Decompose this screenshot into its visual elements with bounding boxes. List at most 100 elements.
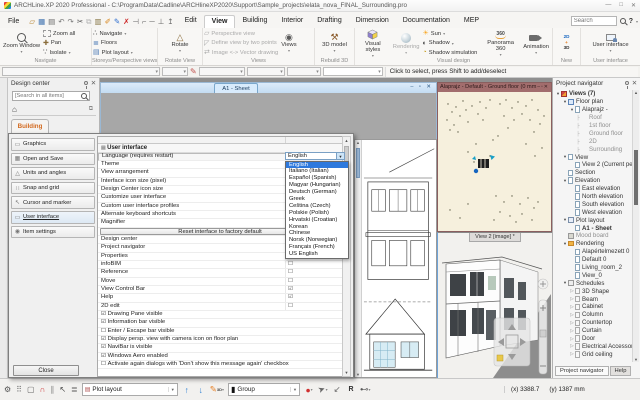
settings-row[interactable]: 2D edit (98, 303, 344, 311)
pages-icon[interactable]: ⧉ (89, 106, 96, 113)
open-project-icon[interactable]: ▱ (29, 18, 35, 26)
language-option[interactable]: Magyar (Hungarian) (286, 182, 348, 189)
new-2d-3d-button[interactable]: 2D + 3D (562, 35, 572, 51)
storey-down-button[interactable]: ↓ (196, 383, 206, 397)
rotate-button[interactable]: △ Rotate ▾ (169, 34, 190, 52)
setting-value[interactable] (286, 303, 344, 310)
tree-item[interactable]: Views (7) (554, 90, 634, 98)
visual-styles-button[interactable]: Visual styles ▾ (356, 29, 390, 57)
navigate-button[interactable]: ∴Navigate▾ (93, 29, 133, 38)
rendering-button[interactable]: Rendering ▾ (391, 33, 422, 54)
tree-item[interactable]: View_0 (554, 271, 634, 279)
tree-item[interactable]: Electrical Accessory (554, 343, 634, 351)
tree-item[interactable]: Roof (554, 114, 634, 122)
tree-item[interactable]: Column (554, 311, 634, 319)
navigator-tab[interactable]: Project navigator (555, 366, 609, 376)
category-user-interface[interactable]: ▭ User interface (11, 211, 95, 224)
pencil-icon[interactable]: ✎ (114, 18, 120, 26)
setting-value[interactable] (286, 286, 344, 293)
tree-item[interactable]: Ground floor (554, 129, 634, 137)
material-button[interactable]: ●▾ (304, 383, 314, 397)
settings-row[interactable]: Help (98, 294, 344, 302)
distance-button[interactable]: ⊷▾ (360, 383, 371, 397)
settings-row[interactable]: Display persp. view with camera icon on … (98, 336, 344, 344)
setting-value[interactable] (286, 294, 344, 301)
plot-layout-button[interactable]: ▤Plot layout▾ (93, 48, 133, 57)
sun-button[interactable]: ☀Sun▾ (423, 29, 480, 38)
cut-icon[interactable]: ✂ (77, 18, 83, 26)
file-menu[interactable]: File (2, 16, 25, 28)
undo-icon[interactable]: ↶ (58, 18, 64, 26)
offset-icon[interactable]: ↥ (167, 18, 173, 26)
settings-row[interactable]: Information bar visible (98, 319, 344, 327)
measure-button[interactable]: ↙ (332, 383, 342, 397)
settings-row[interactable]: Activate again dialogs with 'Don't show … (98, 361, 344, 369)
wall-end-icon[interactable]: ⊥ (158, 18, 165, 26)
category-open-and-save[interactable]: ▦ Open and Save (11, 153, 95, 166)
pan-button[interactable]: ✚Pan (43, 39, 75, 48)
property-combo[interactable]: ▾ (287, 67, 321, 76)
settings-row[interactable]: Move (98, 278, 344, 286)
floorplan-window-titlebar[interactable]: Alaprajz - Default - Ground floor (0 mm … (438, 83, 551, 92)
settings-row[interactable]: infoBIM (98, 261, 344, 269)
guide-lines-icon[interactable]: ∥ (50, 385, 54, 395)
image-vector-button[interactable]: ⇄Image <-> Vector drawing (204, 48, 278, 57)
animation-button[interactable]: Animation ▾ (521, 33, 551, 54)
setting-value[interactable] (286, 278, 344, 285)
setting-value[interactable] (286, 261, 344, 268)
floorplan-window-controls[interactable]: –▫✕ (537, 83, 549, 92)
paste-icon[interactable]: ▥ (95, 18, 102, 26)
menu-tab[interactable]: Dimension (349, 15, 396, 28)
setting-value[interactable] (286, 269, 344, 276)
sheet-window-titlebar[interactable]: A1 - Sheet – ▫ ✕ (101, 83, 436, 93)
floors-button[interactable]: ≣Floors (93, 39, 133, 48)
category-snap-and-grid[interactable]: ∷ Snap and grid (11, 182, 95, 195)
collapsed-panel-strip[interactable] (0, 78, 8, 378)
category-units-and-angles[interactable]: △ Units and angles (11, 167, 95, 180)
maximize-button[interactable]: □ (619, 2, 623, 9)
property-combo[interactable]: ▾ (2, 67, 160, 76)
settings-row[interactable]: Reference (98, 269, 344, 277)
tree-item[interactable]: Alapértelmezett 0 (554, 248, 634, 256)
tree-item[interactable]: 1st floor (554, 122, 634, 130)
3d-view-window[interactable]: View 2 [image] * (437, 232, 552, 378)
tree-item[interactable]: Countertop (554, 319, 634, 327)
close-panel-icon[interactable]: ✕ (632, 80, 637, 87)
menu-tab[interactable]: View (204, 15, 236, 28)
category-item-settings[interactable]: ◉ Item settings (11, 226, 95, 239)
tree-item[interactable]: 3D Shape (554, 287, 634, 295)
tree-item[interactable]: Curtain (554, 327, 634, 335)
menu-tab[interactable]: Drafting (310, 15, 349, 28)
property-combo[interactable]: ▾ (199, 67, 245, 76)
3d-render[interactable] (438, 242, 551, 378)
language-option[interactable]: Français (French) (286, 244, 348, 251)
3d-model-button[interactable]: ⚒ 3D model ▾ (320, 34, 349, 52)
menu-tab[interactable]: Interior (274, 15, 310, 28)
design-center-search-input[interactable] (13, 93, 81, 99)
tree-item[interactable]: Section (554, 169, 634, 177)
pen-3d-button[interactable]: ✎3D▾ (210, 383, 224, 397)
tree-item[interactable]: Default 0 (554, 256, 634, 264)
language-option[interactable]: Polskie (Polish) (286, 210, 348, 217)
design-center-titlebar[interactable]: Design center ✕ (8, 78, 99, 88)
redline-pen-icon[interactable]: ✎ (190, 68, 197, 75)
save-icon[interactable]: ▦ (38, 18, 45, 26)
tree-item[interactable]: Elevation (554, 177, 634, 185)
wall-x-join-icon[interactable]: ─ (149, 18, 154, 26)
tree-item[interactable]: Grid ceiling (554, 350, 634, 358)
pin-icon[interactable] (625, 81, 629, 85)
tree-item[interactable]: West elevation (554, 208, 634, 216)
minimize-button[interactable]: — (605, 2, 611, 9)
language-option[interactable]: Italiano (Italian) (286, 168, 348, 175)
3d-view-tab[interactable]: View 2 [image] * (469, 233, 521, 242)
language-option[interactable]: Español (Spanish) (286, 175, 348, 182)
storey-up-button[interactable]: ↑ (182, 383, 192, 397)
tree-item[interactable]: East elevation (554, 185, 634, 193)
navigator-tab[interactable]: Help (610, 366, 632, 376)
language-option[interactable]: Greek (286, 196, 348, 203)
navigator-scrollbar[interactable]: ▲ ▼ (632, 90, 639, 362)
isolate-button[interactable]: ∵Isolate▾ (43, 48, 75, 57)
tree-item[interactable]: 2D (554, 137, 634, 145)
elevation-window[interactable]: ▲▼ (354, 139, 437, 378)
tree-item[interactable]: Living_room_2 (554, 264, 634, 272)
